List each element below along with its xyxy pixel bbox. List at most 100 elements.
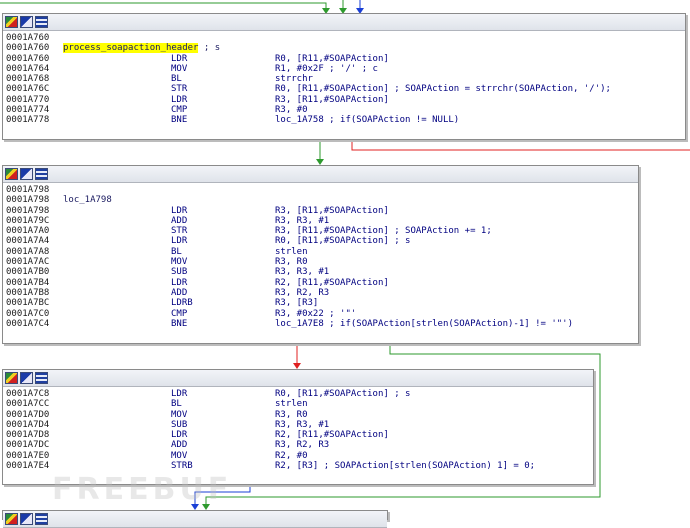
edit-icon[interactable] <box>20 372 33 384</box>
mnemonic: MOV <box>171 409 188 420</box>
address: 0001A760 <box>6 53 50 64</box>
code-label-text: loc_1A798 <box>63 195 112 206</box>
mnemonic: CMP <box>171 308 188 319</box>
code-line[interactable]: 0001A7B4 LDR R2, [R11,#SOAPAction] <box>3 278 638 288</box>
address: 0001A7C4 <box>6 318 50 329</box>
mnemonic: MOV <box>171 257 188 268</box>
address: 0001A7D0 <box>6 409 50 420</box>
edit-icon[interactable] <box>20 168 33 180</box>
code-block-3[interactable]: 0001A7C8 LDR R0, [R11,#SOAPAction] ; s 0001… <box>2 369 594 485</box>
mnemonic: CMP <box>171 105 188 116</box>
mnemonic: LDR <box>171 205 188 216</box>
code-line[interactable]: 0001A7AC MOV R3, R0 <box>3 257 638 267</box>
graph-overview-icon[interactable] <box>5 16 18 28</box>
operands: R3, R3, #1 <box>275 267 330 278</box>
address: 0001A7B0 <box>6 267 50 278</box>
label-comment: ; s <box>198 43 221 54</box>
mnemonic: BL <box>171 74 182 85</box>
operands: R0, [R11,#SOAPAction] <box>275 53 389 64</box>
code-line[interactable]: 0001A79C ADD R3, R3, #1 <box>3 216 638 226</box>
code-line[interactable]: 0001A798 LDR R3, [R11,#SOAPAction] <box>3 206 638 216</box>
code-label-text: process_soapaction_header <box>63 43 199 54</box>
graph-overview-icon[interactable] <box>5 168 18 180</box>
address: 0001A76C <box>6 84 50 95</box>
code-line[interactable]: 0001A768 BL strrchr <box>3 74 685 84</box>
address: 0001A7D8 <box>6 430 50 441</box>
code-line[interactable]: 0001A760 <box>3 33 685 43</box>
code-line[interactable]: 0001A7C8 LDR R0, [R11,#SOAPAction] ; s <box>3 389 593 399</box>
address: 0001A7BC <box>6 298 50 309</box>
listing-icon[interactable] <box>35 168 48 180</box>
code-line[interactable]: 0001A798 loc_1A798 <box>3 195 638 205</box>
code-line[interactable]: 0001A760 process_soapaction_header ; s <box>3 43 685 54</box>
operands: R3, R0 <box>275 257 308 268</box>
code-block-2[interactable]: 0001A798 0001A798 loc_1A798 0001A798 LDR R3, … <box>2 165 639 344</box>
code-line[interactable]: 0001A7A8 BL strlen <box>3 247 638 257</box>
mnemonic: LDR <box>171 236 188 247</box>
code-line[interactable]: 0001A7E0 MOV R2, #0 <box>3 451 593 461</box>
block-titlebar <box>3 511 387 528</box>
operands: R3, R2, R3 <box>275 440 330 451</box>
operands: R2, [R11,#SOAPAction] <box>275 430 389 441</box>
address: 0001A764 <box>6 63 50 74</box>
block-lines: 0001A7C8 LDR R0, [R11,#SOAPAction] ; s 0001… <box>3 387 593 471</box>
graph-overview-icon[interactable] <box>5 372 18 384</box>
code-line[interactable]: 0001A7C4 BNE loc_1A7E8 ; if(SOAPAction[str… <box>3 319 638 329</box>
listing-icon[interactable] <box>35 16 48 28</box>
code-line[interactable]: 0001A76C STR R0, [R11,#SOAPAction] ; SOAPA… <box>3 84 685 94</box>
operands: R3, [R11,#SOAPAction] <box>275 94 389 105</box>
mnemonic: ADD <box>171 287 188 298</box>
mnemonic: BL <box>171 246 182 257</box>
code-line[interactable]: 0001A778 BNE loc_1A758 ; if(SOAPAction != … <box>3 115 685 125</box>
operands: strlen <box>275 246 308 257</box>
operands: R3, [R11,#SOAPAction] ; SOAPAction += 1; <box>275 226 492 237</box>
listing-icon[interactable] <box>35 372 48 384</box>
mnemonic: LDR <box>171 277 188 288</box>
code-line[interactable]: 0001A7C0 CMP R3, #0x22 ; '"' <box>3 309 638 319</box>
code-block-1[interactable]: 0001A760 0001A760 process_soapaction_heade… <box>2 13 686 140</box>
code-line[interactable]: 0001A7A0 STR R3, [R11,#SOAPAction] ; SOAPA… <box>3 226 638 236</box>
code-line[interactable]: 0001A760 LDR R0, [R11,#SOAPAction] <box>3 54 685 64</box>
operands: R0, [R11,#SOAPAction] ; s <box>275 236 411 247</box>
code-line[interactable]: 0001A7E4 STRB R2, [R3] ; SOAPAction[strlen… <box>3 461 593 471</box>
code-block-4[interactable] <box>2 510 388 528</box>
mnemonic: LDRB <box>171 298 193 309</box>
code-label[interactable]: loc_1A798 <box>63 195 112 205</box>
block-titlebar <box>3 166 638 183</box>
code-line[interactable]: 0001A7CC BL strlen <box>3 399 593 409</box>
address: 0001A7A8 <box>6 246 50 257</box>
code-line[interactable]: 0001A770 LDR R3, [R11,#SOAPAction] <box>3 95 685 105</box>
address: 0001A7A4 <box>6 236 50 247</box>
edge-in-green-1 <box>0 2 327 11</box>
code-line[interactable]: 0001A774 CMP R3, #0 <box>3 105 685 115</box>
code-line[interactable]: 0001A7B0 SUB R3, R3, #1 <box>3 267 638 277</box>
address: 0001A7B4 <box>6 277 50 288</box>
operands: R2, [R11,#SOAPAction] <box>275 277 389 288</box>
address: 0001A778 <box>6 115 50 126</box>
mnemonic: LDR <box>171 94 188 105</box>
code-line[interactable]: 0001A764 MOV R1, #0x2F ; '/' ; c <box>3 64 685 74</box>
code-line[interactable]: 0001A7A4 LDR R0, [R11,#SOAPAction] ; s <box>3 236 638 246</box>
code-line[interactable]: 0001A7D4 SUB R3, R3, #1 <box>3 420 593 430</box>
mnemonic: BNE <box>171 318 188 329</box>
code-label[interactable]: process_soapaction_header ; s <box>63 43 221 54</box>
edit-icon[interactable] <box>20 16 33 28</box>
operands: R1, #0x2F ; '/' ; c <box>275 63 378 74</box>
code-line[interactable]: 0001A7D8 LDR R2, [R11,#SOAPAction] <box>3 430 593 440</box>
code-line[interactable]: 0001A7DC ADD R3, R2, R3 <box>3 440 593 450</box>
mnemonic: LDR <box>171 53 188 64</box>
code-line[interactable]: 0001A798 <box>3 185 638 195</box>
block-titlebar <box>3 370 593 387</box>
code-line[interactable]: 0001A7BC LDRB R3, [R3] <box>3 298 638 308</box>
code-line[interactable]: 0001A7B8 ADD R3, R2, R3 <box>3 288 638 298</box>
operands: loc_1A758 ; if(SOAPAction != NULL) <box>275 115 460 126</box>
code-line[interactable]: 0001A7D0 MOV R3, R0 <box>3 410 593 420</box>
address: 0001A7DC <box>6 440 50 451</box>
mnemonic: STRB <box>171 461 193 472</box>
operands: loc_1A7E8 ; if(SOAPAction[strlen(SOAPAct… <box>275 318 574 329</box>
block-lines: 0001A798 0001A798 loc_1A798 0001A798 LDR R3, … <box>3 183 638 329</box>
address: 0001A7C0 <box>6 308 50 319</box>
address: 0001A7E4 <box>6 461 50 472</box>
operands: R3, R0 <box>275 409 308 420</box>
operands: R3, #0 <box>275 105 308 116</box>
